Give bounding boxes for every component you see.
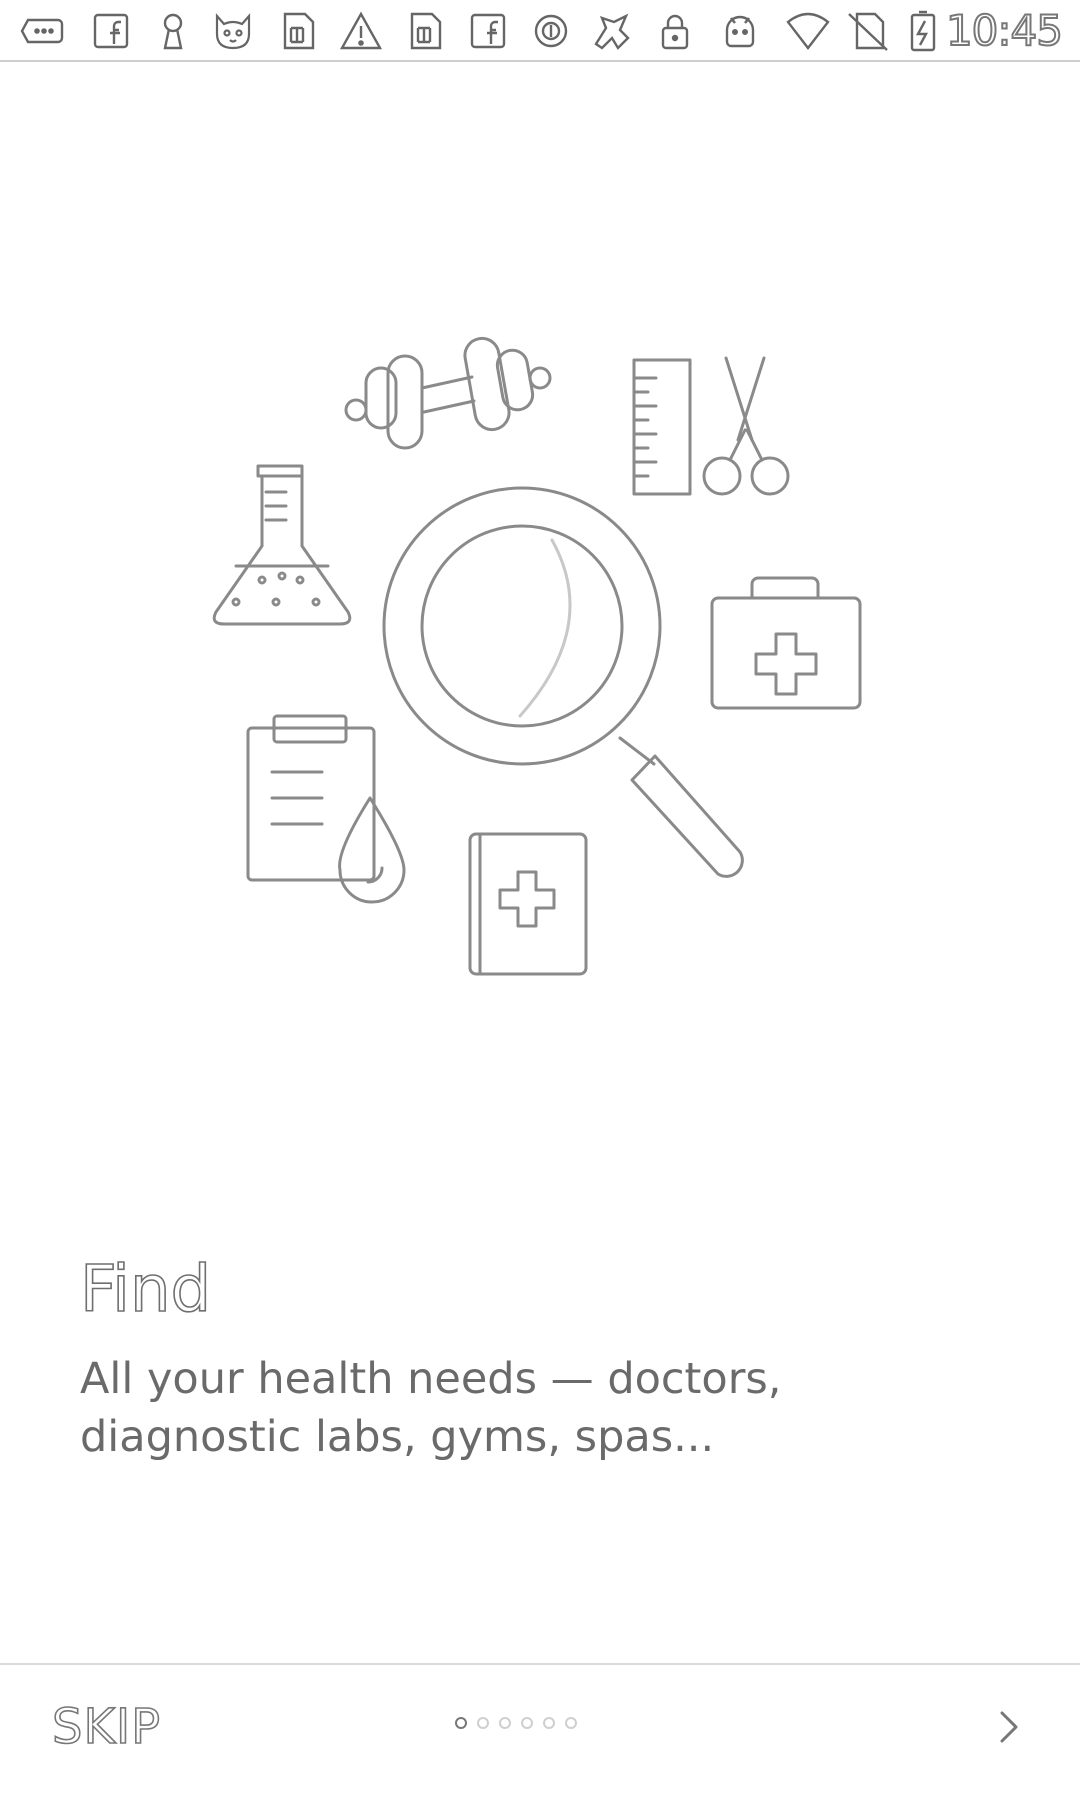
flask-icon xyxy=(212,464,352,626)
onboarding-illustration xyxy=(0,0,1080,1000)
page-dot xyxy=(455,1717,467,1729)
clipboard-icon xyxy=(246,714,376,882)
page-dot xyxy=(565,1717,577,1729)
page-indicator xyxy=(455,1717,577,1729)
first-aid-kit-icon xyxy=(710,576,862,710)
dumbbell-icon xyxy=(344,336,552,450)
onboarding-title: Find xyxy=(79,1252,212,1328)
page-dot xyxy=(543,1717,555,1729)
blood-drop-icon xyxy=(338,796,406,904)
next-button[interactable] xyxy=(976,1695,1040,1759)
medical-book-icon xyxy=(468,832,588,976)
magnifying-glass-icon xyxy=(382,486,744,878)
skip-button[interactable]: SKIP xyxy=(51,1695,161,1759)
page-dot xyxy=(499,1717,511,1729)
page-dot xyxy=(477,1717,489,1729)
page-dot xyxy=(521,1717,533,1729)
chevron-right-icon xyxy=(1000,1711,1018,1743)
onboarding-description: All your health needs — doctors, diagnos… xyxy=(80,1354,782,1462)
scissors-icon xyxy=(702,356,790,496)
ruler-icon xyxy=(632,358,692,496)
bottom-navigation-bar: SKIP xyxy=(0,1663,1080,1794)
